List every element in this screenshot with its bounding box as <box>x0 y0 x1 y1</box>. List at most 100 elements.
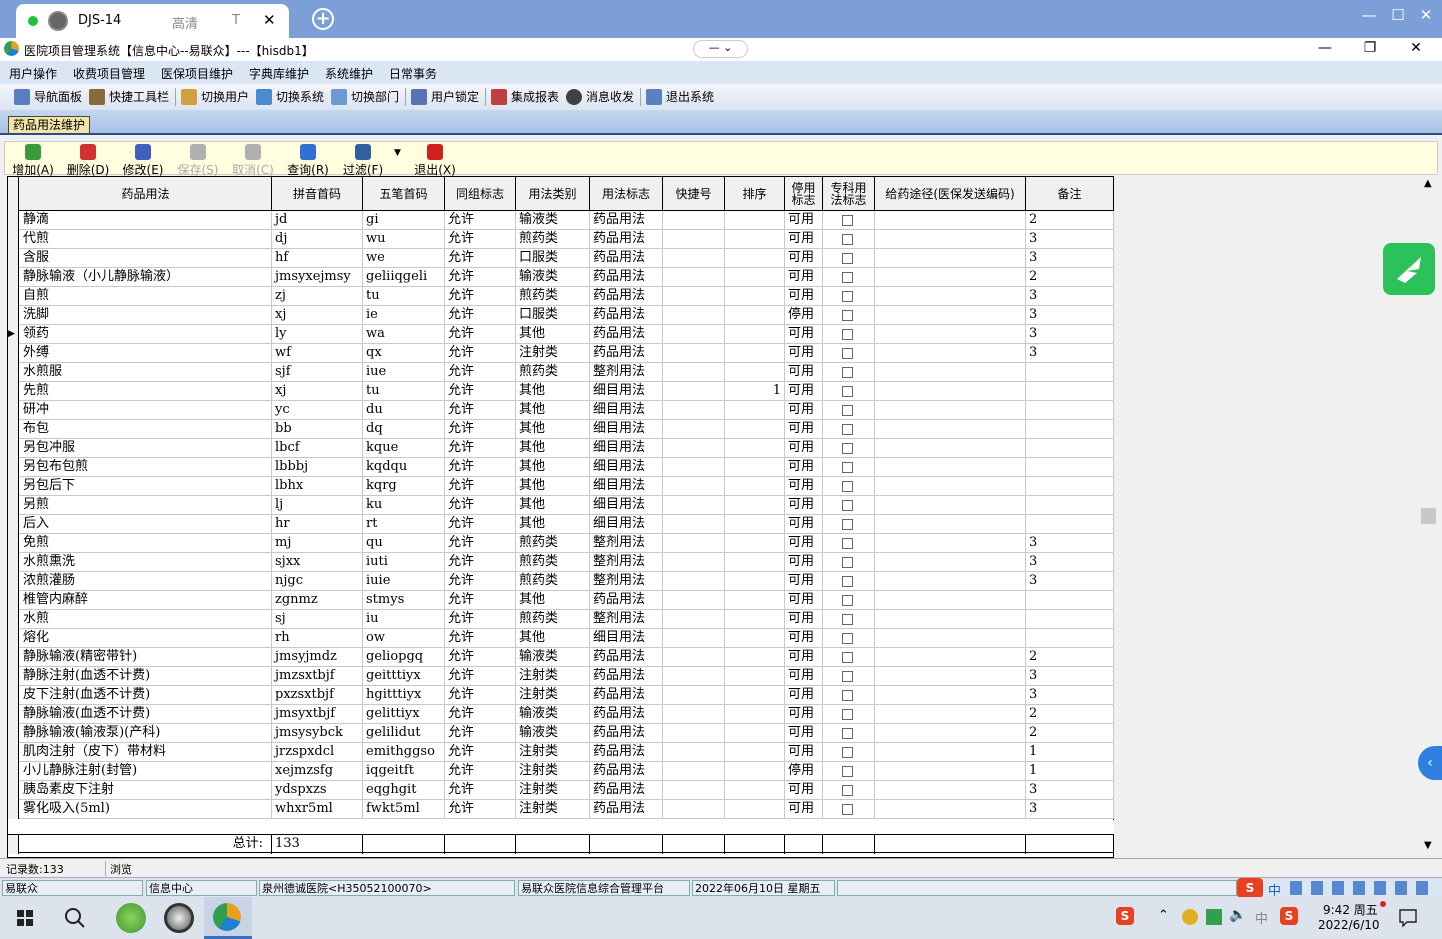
cell-disabled-flag[interactable]: 可用 <box>785 515 823 534</box>
cell-usage-flag[interactable]: 细目用法 <box>590 401 663 420</box>
cell-sort-order[interactable] <box>725 591 785 610</box>
cell-group-flag[interactable]: 允许 <box>445 705 516 724</box>
cell-shortcut[interactable] <box>663 325 725 344</box>
cell-usage-category[interactable]: 注射类 <box>516 667 590 686</box>
cell-sort-order[interactable] <box>725 344 785 363</box>
cell-group-flag[interactable]: 允许 <box>445 268 516 287</box>
app-close-button[interactable]: ✕ <box>1406 40 1426 56</box>
cell-group-flag[interactable]: 允许 <box>445 477 516 496</box>
specialty-checkbox[interactable] <box>842 690 853 701</box>
specialty-checkbox[interactable] <box>842 291 853 302</box>
cell-shortcut[interactable] <box>663 287 725 306</box>
table-row[interactable]: 椎管内麻醉 zgnmz stmys 允许 其他 药品用法 可用 <box>8 591 1114 610</box>
browser-minimize-button[interactable]: — <box>1359 6 1379 24</box>
browser-maximize-button[interactable]: ☐ <box>1388 6 1408 24</box>
cell-shortcut[interactable] <box>663 401 725 420</box>
row-indicator[interactable] <box>8 572 19 591</box>
cell-wubi-code[interactable]: ow <box>363 629 445 648</box>
tray-app-icon[interactable] <box>1182 909 1198 925</box>
cell-wubi-code[interactable]: geitttiyx <box>363 667 445 686</box>
specialty-checkbox[interactable] <box>842 481 853 492</box>
cell-usage-category[interactable]: 其他 <box>516 325 590 344</box>
table-row[interactable]: 另包后下 lbhx kqrg 允许 其他 细目用法 可用 <box>8 477 1114 496</box>
row-indicator[interactable] <box>8 629 19 648</box>
cell-group-flag[interactable]: 允许 <box>445 591 516 610</box>
menu-system[interactable]: 系统维护 <box>325 65 373 82</box>
cell-route[interactable] <box>875 534 1026 553</box>
edit-button[interactable]: 修改(E) <box>118 142 168 177</box>
specialty-checkbox[interactable] <box>842 443 853 454</box>
cell-usage-flag[interactable]: 细目用法 <box>590 496 663 515</box>
cell-usage-flag[interactable]: 药品用法 <box>590 781 663 800</box>
cell-sort-order[interactable] <box>725 553 785 572</box>
tab-drug-usage[interactable]: 药品用法维护 <box>8 116 90 134</box>
cell-usage-flag[interactable]: 药品用法 <box>590 762 663 781</box>
specialty-checkbox[interactable] <box>842 272 853 283</box>
cell-wubi-code[interactable]: rt <box>363 515 445 534</box>
cell-wubi-code[interactable]: ie <box>363 306 445 325</box>
cell-usage-category[interactable]: 输液类 <box>516 724 590 743</box>
cell-usage[interactable]: 静脉输液(精密带针) <box>20 648 272 667</box>
cell-remark[interactable] <box>1026 629 1114 648</box>
specialty-checkbox[interactable] <box>842 728 853 739</box>
cell-route[interactable] <box>875 724 1026 743</box>
cell-remark[interactable]: 3 <box>1026 667 1114 686</box>
cell-sort-order[interactable] <box>725 458 785 477</box>
row-indicator[interactable] <box>8 363 19 382</box>
cell-group-flag[interactable]: 允许 <box>445 325 516 344</box>
cell-group-flag[interactable]: 允许 <box>445 762 516 781</box>
cell-usage[interactable]: 布包 <box>20 420 272 439</box>
cell-usage[interactable]: 静脉注射(血透不计费) <box>20 667 272 686</box>
specialty-checkbox[interactable] <box>842 671 853 682</box>
cell-disabled-flag[interactable]: 可用 <box>785 496 823 515</box>
cell-route[interactable] <box>875 477 1026 496</box>
row-indicator[interactable] <box>8 496 19 515</box>
cell-remark[interactable]: 3 <box>1026 249 1114 268</box>
cell-usage-flag[interactable]: 整剂用法 <box>590 572 663 591</box>
cell-wubi-code[interactable]: gi <box>363 211 445 230</box>
cell-shortcut[interactable] <box>663 629 725 648</box>
row-indicator[interactable] <box>8 211 19 230</box>
cell-disabled-flag[interactable]: 可用 <box>785 325 823 344</box>
tab-close-icon[interactable]: ✕ <box>263 11 276 29</box>
cell-shortcut[interactable] <box>663 363 725 382</box>
cell-pinyin-code[interactable]: zgnmz <box>272 591 363 610</box>
table-row[interactable]: 代煎 dj wu 允许 煎药类 药品用法 可用 3 <box>8 230 1114 249</box>
specialty-checkbox[interactable] <box>842 329 853 340</box>
table-row[interactable]: 静脉注射(血透不计费) jmzsxtbjf geitttiyx 允许 注射类 药品用法 可用… <box>8 667 1114 686</box>
browser-tab[interactable]: DJS-14 高清 T ✕ <box>16 4 289 38</box>
header-remark[interactable]: 备注 <box>1026 177 1114 211</box>
table-row[interactable]: 肌肉注射（皮下）带材料 jrzspxdcl emithggso 允许 注射类 药品用法 可用… <box>8 743 1114 762</box>
cell-route[interactable] <box>875 420 1026 439</box>
table-row[interactable]: 小儿静脉注射(封管) xejmzsfg iqgeitft 允许 注射类 药品用法 停用 1 <box>8 762 1114 781</box>
cell-group-flag[interactable]: 允许 <box>445 249 516 268</box>
cell-usage-category[interactable]: 输液类 <box>516 211 590 230</box>
cell-usage-category[interactable]: 注射类 <box>516 686 590 705</box>
specialty-checkbox[interactable] <box>842 576 853 587</box>
cell-sort-order[interactable] <box>725 515 785 534</box>
cell-group-flag[interactable]: 允许 <box>445 667 516 686</box>
cell-disabled-flag[interactable]: 可用 <box>785 268 823 287</box>
cell-usage-category[interactable]: 注射类 <box>516 743 590 762</box>
cell-specialty-flag[interactable] <box>823 211 875 230</box>
cell-usage[interactable]: 水煎 <box>20 610 272 629</box>
header-usage-category[interactable]: 用法类别 <box>516 177 590 211</box>
cell-pinyin-code[interactable]: hr <box>272 515 363 534</box>
add-button[interactable]: 增加(A) <box>8 142 58 177</box>
cell-pinyin-code[interactable]: xj <box>272 382 363 401</box>
table-row[interactable]: 水煎 sj iu 允许 煎药类 整剂用法 可用 <box>8 610 1114 629</box>
cell-usage-category[interactable]: 输液类 <box>516 268 590 287</box>
cell-remark[interactable]: 2 <box>1026 705 1114 724</box>
cell-sort-order[interactable] <box>725 648 785 667</box>
cell-sort-order[interactable] <box>725 762 785 781</box>
cell-group-flag[interactable]: 允许 <box>445 743 516 762</box>
cell-usage-flag[interactable]: 药品用法 <box>590 800 663 819</box>
table-row[interactable]: 自煎 zj tu 允许 煎药类 药品用法 可用 3 <box>8 287 1114 306</box>
cell-shortcut[interactable] <box>663 382 725 401</box>
cell-remark[interactable] <box>1026 458 1114 477</box>
cell-usage-flag[interactable]: 药品用法 <box>590 705 663 724</box>
cell-usage-flag[interactable]: 整剂用法 <box>590 363 663 382</box>
cell-specialty-flag[interactable] <box>823 325 875 344</box>
cell-pinyin-code[interactable]: pxzsxtbjf <box>272 686 363 705</box>
cell-group-flag[interactable]: 允许 <box>445 553 516 572</box>
